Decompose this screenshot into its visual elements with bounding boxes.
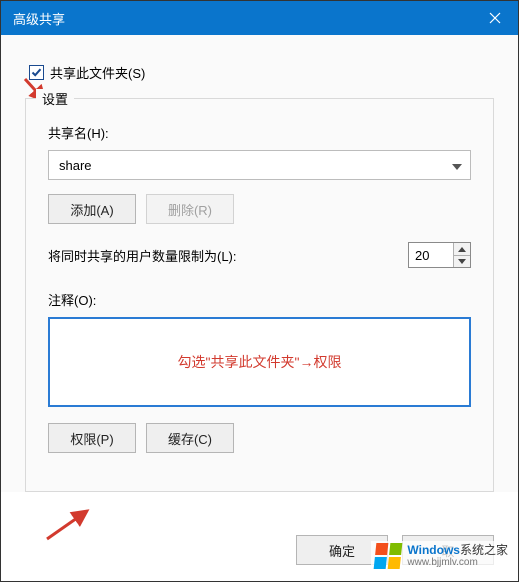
caching-button[interactable]: 缓存(C) (146, 423, 234, 453)
delete-button: 删除(R) (146, 194, 234, 224)
dialog-body: 共享此文件夹(S) 设置 共享名(H): share 添加(A) 删除(R) 将… (1, 35, 518, 492)
annotation-arrow-icon (41, 505, 101, 545)
share-folder-checkbox-row: 共享此文件夹(S) (29, 63, 494, 82)
chevron-down-icon (452, 158, 462, 173)
triangle-down-icon (458, 259, 466, 264)
triangle-up-icon (458, 247, 466, 252)
spinner-down-button[interactable] (454, 255, 470, 267)
settings-group: 设置 共享名(H): share 添加(A) 删除(R) 将同时共享的用户数量限… (25, 98, 494, 492)
windows-logo-icon (374, 543, 403, 569)
titlebar: 高级共享 (1, 1, 518, 35)
share-name-label: 共享名(H): (48, 123, 471, 142)
share-name-value: share (59, 158, 92, 173)
user-limit-label: 将同时共享的用户数量限制为(L): (48, 246, 237, 265)
user-limit-spinner[interactable]: 20 (408, 242, 471, 268)
close-button[interactable] (472, 1, 518, 35)
window-title: 高级共享 (13, 9, 65, 28)
share-name-combo[interactable]: share (48, 150, 471, 180)
settings-group-label: 设置 (36, 89, 74, 108)
spinner-up-button[interactable] (454, 243, 470, 255)
watermark-line1: Windows系统之家 (407, 544, 508, 557)
user-limit-value: 20 (409, 243, 453, 267)
comment-label: 注释(O): (48, 290, 471, 309)
comment-annotation-text: 勾选"共享此文件夹"→权限 (178, 352, 342, 372)
add-button[interactable]: 添加(A) (48, 194, 136, 224)
watermark-url: www.bjjmlv.com (407, 557, 508, 568)
comment-textarea[interactable]: 勾选"共享此文件夹"→权限 (48, 317, 471, 407)
share-folder-checkbox[interactable] (29, 65, 44, 80)
watermark: Windows系统之家 www.bjjmlv.com (371, 541, 512, 571)
share-folder-label: 共享此文件夹(S) (50, 63, 145, 82)
close-icon (489, 12, 501, 24)
permissions-button[interactable]: 权限(P) (48, 423, 136, 453)
checkmark-icon (31, 67, 42, 78)
